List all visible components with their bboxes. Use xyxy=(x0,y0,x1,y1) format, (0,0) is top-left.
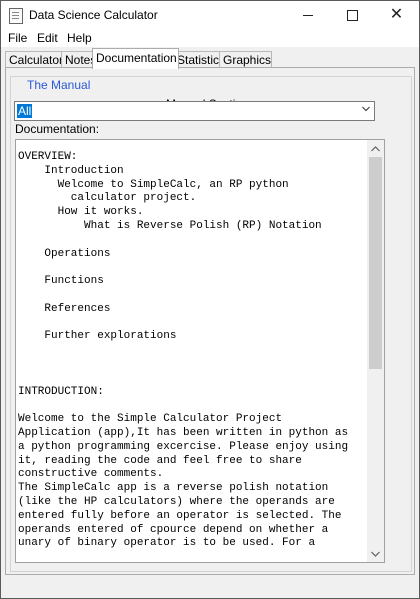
tab-statistics[interactable]: Statistics xyxy=(173,51,225,68)
tab-graphics[interactable]: Graphics xyxy=(219,51,272,68)
tab-strip: Calculator Notes Documentation Statistic… xyxy=(5,48,415,69)
menu-bar: File Edit Help xyxy=(1,29,419,47)
app-window: Data Science Calculator ✕ File Edit Help… xyxy=(0,0,420,599)
title-bar[interactable]: Data Science Calculator ✕ xyxy=(1,1,419,29)
scroll-thumb[interactable] xyxy=(369,157,382,369)
menu-edit[interactable]: Edit xyxy=(37,31,58,45)
chevron-up-icon xyxy=(371,145,380,151)
chevron-down-icon xyxy=(371,551,380,557)
maximize-button[interactable] xyxy=(330,1,375,29)
close-icon: ✕ xyxy=(389,6,404,23)
close-button[interactable]: ✕ xyxy=(374,1,419,29)
menu-file[interactable]: File xyxy=(8,31,27,45)
minimize-button[interactable] xyxy=(285,1,330,29)
sections-dropdown-value: All xyxy=(17,104,33,118)
scroll-up-button[interactable] xyxy=(367,140,384,157)
menu-help[interactable]: Help xyxy=(67,31,92,45)
documentation-textarea[interactable]: OVERVIEW: Introduction Welcome to Simple… xyxy=(15,139,385,563)
chevron-down-icon xyxy=(362,106,370,112)
vertical-scrollbar[interactable] xyxy=(367,140,384,562)
scroll-down-button[interactable] xyxy=(367,545,384,562)
window-title: Data Science Calculator xyxy=(29,8,158,22)
maximize-icon xyxy=(347,9,358,21)
sections-dropdown[interactable]: All xyxy=(14,101,375,121)
minimize-icon xyxy=(302,14,313,16)
tab-calculator[interactable]: Calculator xyxy=(5,51,63,68)
documentation-text: OVERVIEW: Introduction Welcome to Simple… xyxy=(18,151,349,550)
tab-documentation[interactable]: Documentation xyxy=(92,48,179,69)
documentation-label: Documentation: xyxy=(15,122,100,136)
group-title: The Manual xyxy=(25,78,93,92)
app-icon xyxy=(9,8,23,24)
